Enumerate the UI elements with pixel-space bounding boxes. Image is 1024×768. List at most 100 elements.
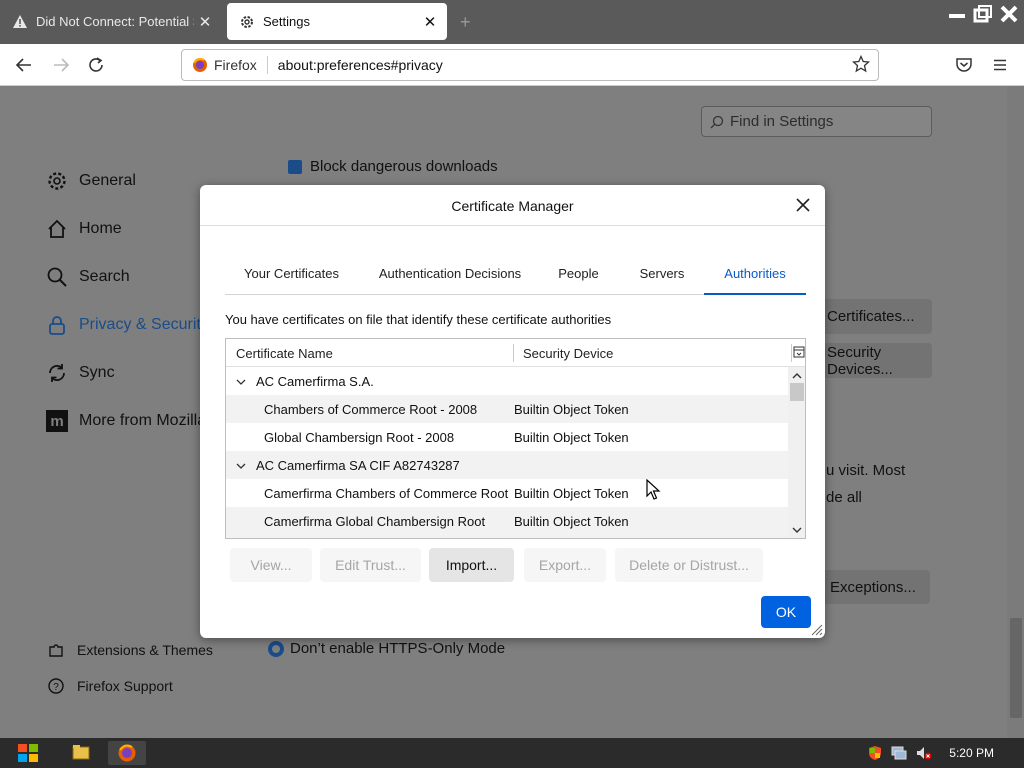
gear-icon [45, 169, 69, 193]
cert-device: Builtin Object Token [514, 486, 629, 501]
chevron-down-icon[interactable] [234, 461, 248, 471]
minimize-icon[interactable] [946, 4, 968, 24]
column-certificate-name[interactable]: Certificate Name [236, 346, 333, 361]
cert-name: Camerfirma Chambers of Commerce Root [264, 486, 509, 501]
sidebar-item-search[interactable]: Search [45, 265, 130, 289]
menu-icon[interactable] [989, 54, 1011, 76]
tree-row[interactable]: Global Chambersign Root - 2008 Builtin O… [226, 423, 788, 451]
sidebar-item-label: General [79, 172, 136, 189]
tab-strip: Did Not Connect: Potential Security Issu… [0, 0, 1024, 44]
ok-button[interactable]: OK [761, 596, 811, 628]
chevron-down-icon[interactable] [234, 377, 248, 387]
clock[interactable]: 5:20 PM [949, 746, 994, 760]
help-icon: ? [46, 677, 66, 695]
block-downloads-option[interactable]: Block dangerous downloads [288, 158, 498, 175]
tab-people[interactable]: People [547, 257, 610, 295]
cert-name: Chambers of Commerce Root - 2008 [264, 402, 478, 417]
tab-authentication-decisions[interactable]: Authentication Decisions [365, 257, 535, 295]
taskbar: 5:20 PM [0, 738, 1024, 768]
tree-group-row[interactable]: AC Camerfirma SA CIF A82743287 [226, 451, 788, 479]
group-name: AC Camerfirma SA CIF A82743287 [256, 458, 460, 473]
tab-title: Settings [263, 14, 310, 29]
exceptions-button[interactable]: Exceptions... [820, 570, 930, 604]
certificate-manager-dialog: Certificate Manager Your Certificates Au… [200, 185, 825, 638]
tab-authorities[interactable]: Authorities [704, 257, 806, 295]
forward-button[interactable] [50, 54, 72, 76]
radio-icon [268, 640, 284, 657]
column-security-device[interactable]: Security Device [523, 346, 613, 361]
scroll-up-icon[interactable] [791, 369, 803, 381]
group-name: AC Camerfirma S.A. [256, 374, 374, 389]
resize-grip-icon[interactable] [809, 622, 823, 636]
tab-security-warning[interactable]: Did Not Connect: Potential Security Issu… [0, 3, 222, 40]
identity-label: Firefox [214, 57, 257, 73]
tree-group-row[interactable]: AC Camerfirma S.A. [226, 367, 788, 395]
close-icon[interactable] [793, 195, 813, 215]
sidebar-item-support[interactable]: ? Firefox Support [46, 677, 173, 695]
sidebar-item-label: Firefox Support [77, 678, 173, 694]
close-tab-icon[interactable]: ✕ [194, 13, 216, 31]
gear-icon [239, 14, 255, 30]
search-icon [45, 265, 69, 289]
puzzle-icon [46, 641, 66, 659]
close-tab-icon[interactable]: ✕ [419, 13, 441, 31]
sidebar-item-privacy[interactable]: Privacy & Security [45, 313, 209, 337]
scrollbar-thumb[interactable] [790, 383, 804, 401]
maximize-icon[interactable] [972, 4, 994, 24]
firefox-icon [193, 58, 207, 72]
view-button[interactable]: View... [230, 548, 312, 582]
sidebar-item-label: Extensions & Themes [77, 642, 213, 658]
checkbox-icon [288, 160, 302, 175]
tree-scrollbar[interactable] [788, 367, 805, 538]
sidebar-item-label: Search [79, 268, 130, 285]
pocket-icon[interactable] [953, 54, 975, 76]
sidebar-item-home[interactable]: Home [45, 217, 122, 241]
tree-row[interactable]: Camerfirma Global Chambersign Root Built… [226, 507, 788, 538]
navigation-bar: Firefox about:preferences#privacy [0, 44, 1024, 86]
sidebar-item-label: Sync [79, 364, 115, 381]
sidebar-item-mozilla[interactable]: m More from Mozilla [45, 409, 206, 433]
back-button[interactable] [13, 54, 35, 76]
network-tray-icon[interactable] [890, 741, 908, 765]
background-text: u visit. Most [826, 462, 906, 479]
dialog-title: Certificate Manager [451, 198, 574, 214]
url-text[interactable]: about:preferences#privacy [278, 57, 852, 73]
scroll-down-icon[interactable] [791, 523, 803, 535]
https-only-option[interactable]: Don’t enable HTTPS-Only Mode [268, 640, 505, 657]
lock-icon [45, 313, 69, 337]
sidebar-item-label: Privacy & Security [79, 316, 209, 333]
security-devices-button[interactable]: Security Devices... [817, 343, 932, 378]
delete-distrust-button[interactable]: Delete or Distrust... [615, 548, 763, 582]
volume-muted-icon[interactable] [914, 741, 934, 765]
file-explorer-icon[interactable] [64, 741, 98, 765]
column-picker-icon[interactable] [793, 346, 805, 358]
new-tab-button[interactable]: + [460, 12, 471, 33]
cert-device: Builtin Object Token [514, 402, 629, 417]
bookmark-star-icon[interactable] [851, 54, 871, 76]
reload-button[interactable] [85, 54, 107, 76]
cert-name: Camerfirma Global Chambersign Root [264, 514, 486, 529]
start-button-icon[interactable] [8, 741, 48, 765]
firefox-taskbar-icon[interactable] [108, 741, 146, 765]
search-input[interactable]: Find in Settings [701, 106, 932, 137]
tab-your-certificates[interactable]: Your Certificates [225, 257, 358, 295]
tab-servers[interactable]: Servers [625, 257, 699, 295]
identity-box[interactable]: Firefox [192, 57, 257, 73]
url-bar[interactable]: Firefox about:preferences#privacy [181, 49, 879, 81]
sidebar-item-extensions[interactable]: Extensions & Themes [46, 641, 213, 659]
edit-trust-button[interactable]: Edit Trust... [320, 548, 421, 582]
export-button[interactable]: Export... [524, 548, 606, 582]
import-button[interactable]: Import... [429, 548, 514, 582]
tree-row[interactable]: Camerfirma Chambers of Commerce Root Bui… [226, 479, 788, 507]
close-window-icon[interactable] [998, 4, 1020, 24]
security-tray-icon[interactable] [866, 741, 884, 765]
tree-row[interactable]: Chambers of Commerce Root - 2008 Builtin… [226, 395, 788, 423]
sidebar-item-sync[interactable]: Sync [45, 361, 115, 385]
page-scrollbar-thumb[interactable] [1010, 618, 1022, 718]
checkbox-label: Block dangerous downloads [310, 158, 498, 175]
sidebar-item-general[interactable]: General [45, 169, 136, 193]
background-text: de all [826, 489, 862, 506]
certificate-tree[interactable]: Certificate Name Security Device AC Came… [225, 338, 806, 539]
view-certificates-button[interactable]: Certificates... [817, 299, 932, 334]
tab-settings[interactable]: Settings ✕ [227, 3, 447, 40]
